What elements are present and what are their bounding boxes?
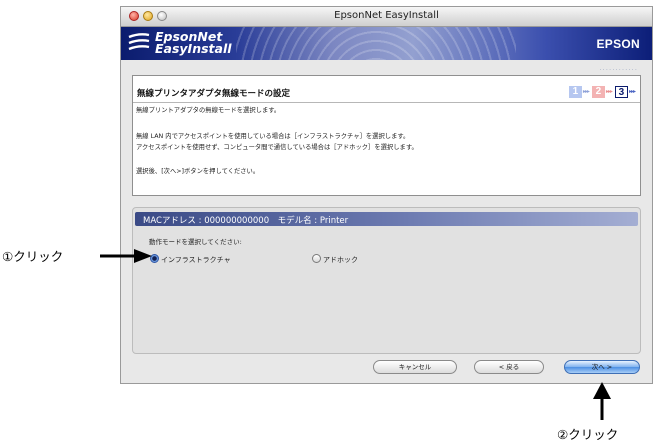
step-arrow-icon: ▸▸▸ (605, 88, 613, 95)
step-arrow-icon: ▸▸▸ (582, 88, 590, 95)
next-button[interactable]: 次へ > (564, 360, 640, 374)
infrastructure-label[interactable]: インフラストラクチャ (161, 255, 231, 265)
instruction-panel: 無線プリンタアダプタ無線モードの設定 1 ▸▸▸ 2 ▸▸▸ 3 ▸▸▸ 無線プ… (132, 75, 641, 196)
back-button[interactable]: < 戻る (474, 360, 544, 374)
annotation-arrow-right-icon (100, 249, 152, 263)
description-line: アクセスポイントを使用せず、コンピュータ間で通信している場合は［アドホック］を選… (136, 144, 418, 151)
product-logo: EpsonNet EasyInstall (155, 30, 232, 56)
description-line: 無線 LAN 内でアクセスポイントを使用している場合は［インフラストラクチャ］を… (136, 133, 410, 140)
annotation-arrow-up-icon (593, 382, 611, 420)
annotation-click-2: ②クリック (557, 427, 619, 442)
step-indicator: 1 ▸▸▸ 2 ▸▸▸ 3 ▸▸▸ (568, 85, 638, 98)
epsonnet-logo-icon (128, 33, 150, 51)
brand-name: EPSON (596, 37, 640, 51)
mode-prompt: 動作モードを選択してください: (149, 238, 242, 246)
step-2: 2 (591, 85, 605, 98)
page-title: 無線プリンタアダプタ無線モードの設定 (137, 89, 291, 99)
mode-selection-box: MACアドレス : 000000000000 モデル名 : Printer 動作… (132, 207, 641, 354)
annotation-click-1: ①クリック (2, 249, 64, 264)
step-arrow-icon: ▸▸▸ (628, 88, 636, 95)
adhoc-radio[interactable] (312, 254, 321, 263)
description-line: 無線プリントアダプタの無線モードを選択します。 (136, 107, 281, 114)
step-3-current: 3 (614, 85, 628, 98)
cancel-button[interactable]: キャンセル (373, 360, 457, 374)
logo-line-2: EasyInstall (155, 41, 232, 56)
installer-window: EpsonNet EasyInstall EpsonNet EasyInstal… (120, 6, 653, 384)
description-line: 選択後、[次へ>]ボタンを押してください。 (136, 168, 260, 175)
window-title: EpsonNet EasyInstall (334, 10, 439, 21)
app-banner: EpsonNet EasyInstall EPSON (121, 27, 652, 60)
banner-decoration (236, 27, 516, 60)
adhoc-label[interactable]: アドホック (323, 255, 358, 265)
step-1: 1 (568, 85, 582, 98)
device-info-bar: MACアドレス : 000000000000 モデル名 : Printer (135, 212, 638, 226)
title-bar[interactable]: EpsonNet EasyInstall (121, 7, 652, 27)
description-area: 無線プリントアダプタの無線モードを選択します。 無線 LAN 内でアクセスポイン… (133, 102, 640, 196)
banner-dots: ............ (599, 64, 638, 72)
mac-address-model: MACアドレス : 000000000000 モデル名 : Printer (143, 216, 349, 226)
